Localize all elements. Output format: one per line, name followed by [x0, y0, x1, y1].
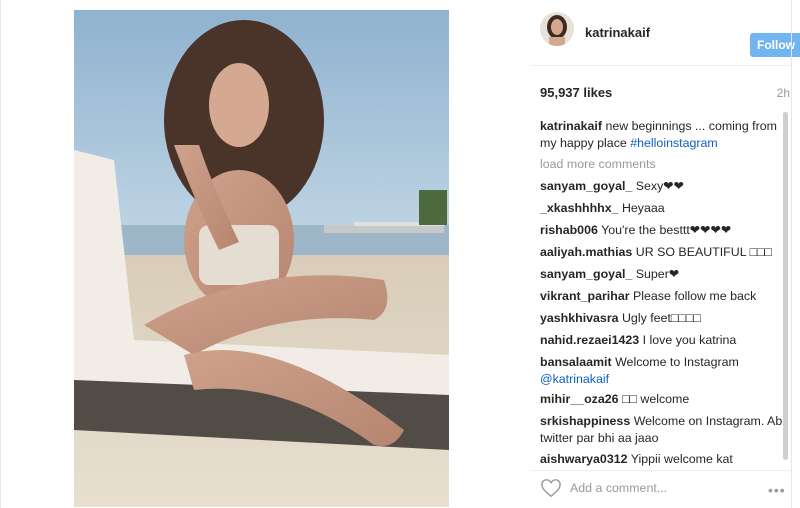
divider [530, 65, 792, 66]
post-header: katrinakaif Follow [540, 12, 800, 57]
comment-username[interactable]: vikrant_parihar [540, 289, 630, 303]
comment-text: Yippii welcome kat [630, 452, 733, 466]
comment-text: □□ welcome [621, 392, 690, 406]
comment-row: sanyam_goyal_ Super❤ [540, 266, 788, 283]
caption-username[interactable]: katrinakaif [540, 119, 602, 133]
post-details-panel: katrinakaif Follow 95,937 likes 2h katri… [530, 0, 800, 508]
comment-row: sanyam_goyal_ Sexy❤❤ [540, 178, 788, 195]
comment-row: srkishappiness Welcome on Instagram. Ab … [540, 413, 788, 447]
load-more-comments[interactable]: load more comments [540, 156, 656, 173]
comment-row: aaliyah.mathias UR SO BEAUTIFUL □□□ [540, 244, 788, 261]
comment-text: I love you katrina [642, 333, 737, 347]
comment-username[interactable]: bansalaamit [540, 355, 612, 369]
comment-username[interactable]: _xkashhhhx_ [540, 201, 619, 215]
comment-row: rishab006 You're the besttt❤❤❤❤ [540, 222, 788, 239]
comment-text: Heyaaa [621, 201, 665, 215]
comment-text: Please follow me back [632, 289, 757, 303]
comment-row: bansalaamit Welcome to Instagram @katrin… [540, 354, 788, 388]
comment-username[interactable]: srkishappiness [540, 414, 630, 428]
comment-username[interactable]: nahid.rezaei1423 [540, 333, 639, 347]
comment-row: _xkashhhhx_ Heyaaa [540, 200, 788, 217]
comment-row: nahid.rezaei1423 I love you katrina [540, 332, 788, 349]
comment-text: Ugly feet□□□□ [621, 311, 701, 325]
comment-text: You're the besttt❤❤❤❤ [601, 223, 732, 237]
comment-row: aishwarya0312 Yippii welcome kat [540, 451, 788, 468]
left-border [0, 0, 1, 508]
comment-username[interactable]: aaliyah.mathias [540, 245, 632, 259]
caption-hashtag[interactable]: #helloinstagram [630, 136, 717, 150]
avatar-image [540, 12, 574, 46]
caption: katrinakaif new beginnings ... coming fr… [540, 118, 788, 152]
comment-text: Welcome to Instagram [615, 355, 739, 369]
comment-username[interactable]: sanyam_goyal_ [540, 179, 632, 193]
right-border [791, 0, 792, 508]
post-photo[interactable] [74, 10, 449, 507]
likes-count[interactable]: 95,937 likes [540, 85, 612, 100]
more-options-icon[interactable]: ••• [768, 482, 786, 498]
add-comment-input[interactable] [570, 477, 720, 499]
username[interactable]: katrinakaif [585, 25, 650, 40]
comment-text: UR SO BEAUTIFUL □□□ [635, 245, 773, 259]
comment-username[interactable]: rishab006 [540, 223, 598, 237]
comment-mention[interactable]: @katrinakaif [540, 372, 609, 386]
add-comment-bar: ••• [530, 472, 792, 508]
avatar[interactable] [540, 12, 574, 46]
follow-button[interactable]: Follow [750, 33, 800, 57]
comments-scrollbar[interactable] [783, 112, 788, 460]
divider [530, 470, 792, 471]
comment-row: vikrant_parihar Please follow me back [540, 288, 788, 305]
comment-text: Super❤ [635, 267, 680, 281]
comment-text: Sexy❤❤ [635, 179, 685, 193]
comment-username[interactable]: sanyam_goyal_ [540, 267, 632, 281]
comment-username[interactable]: mihir__oza26 [540, 392, 619, 406]
comment-username[interactable]: aishwarya0312 [540, 452, 628, 466]
heart-icon[interactable] [540, 478, 562, 498]
comment-username[interactable]: yashkhivasra [540, 311, 619, 325]
comment-row: mihir__oza26 □□ welcome [540, 391, 788, 408]
post-photo-image [74, 10, 449, 507]
post-time[interactable]: 2h [777, 86, 790, 100]
comment-row: yashkhivasra Ugly feet□□□□ [540, 310, 788, 327]
